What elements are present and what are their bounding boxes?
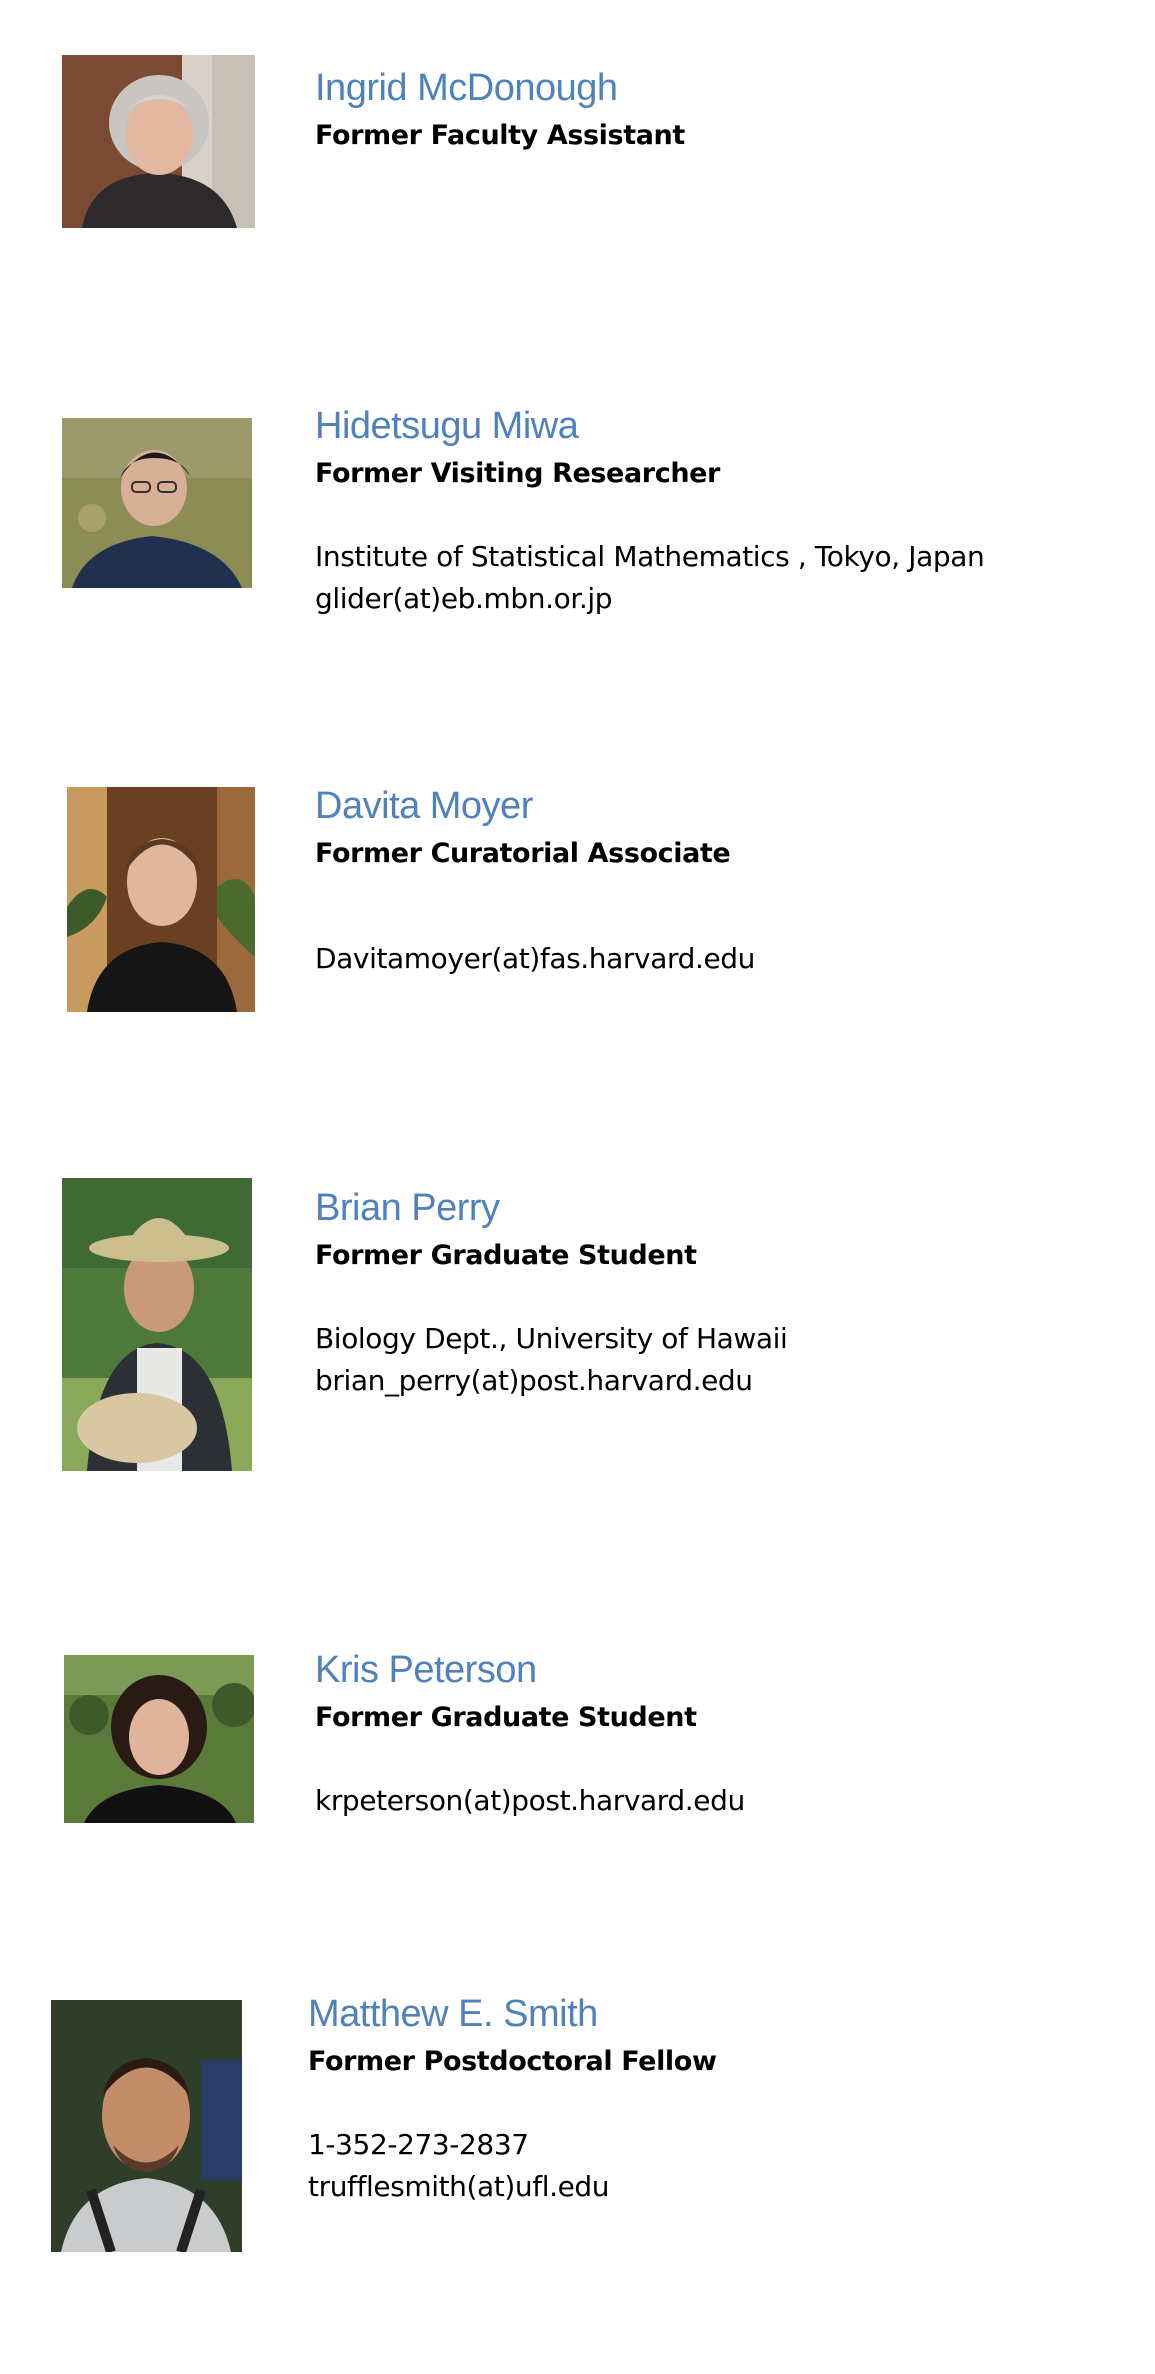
person-role: Former Visiting Researcher <box>315 458 720 489</box>
person-name: Matthew E. Smith <box>308 1993 598 2035</box>
portrait-photo <box>62 418 252 588</box>
detail-line: Institute of Statistical Mathematics , T… <box>315 540 985 573</box>
portrait-photo <box>64 1655 254 1823</box>
detail-line: Biology Dept., University of Hawaii <box>315 1322 788 1355</box>
person-name: Ingrid McDonough <box>315 67 618 109</box>
detail-line: Davitamoyer(at)fas.harvard.edu <box>315 942 755 975</box>
detail-line: krpeterson(at)post.harvard.edu <box>315 1784 745 1817</box>
detail-line: trufflesmith(at)ufl.edu <box>308 2170 610 2203</box>
portrait-photo <box>62 55 255 228</box>
person-role: Former Postdoctoral Fellow <box>308 2046 717 2077</box>
person-name: Brian Perry <box>315 1187 500 1229</box>
detail-line: glider(at)eb.mbn.or.jp <box>315 582 613 615</box>
person-role: Former Faculty Assistant <box>315 120 685 151</box>
person-role: Former Curatorial Associate <box>315 838 731 869</box>
person-name: Davita Moyer <box>315 785 533 827</box>
person-name: Kris Peterson <box>315 1649 537 1691</box>
portrait-photo <box>62 1178 252 1471</box>
person-role: Former Graduate Student <box>315 1240 697 1271</box>
detail-line: brian_perry(at)post.harvard.edu <box>315 1364 753 1397</box>
portrait-photo <box>51 2000 242 2252</box>
detail-line: 1-352-273-2837 <box>308 2128 529 2161</box>
person-name: Hidetsugu Miwa <box>315 405 579 447</box>
portrait-photo <box>67 787 255 1012</box>
person-role: Former Graduate Student <box>315 1702 697 1733</box>
